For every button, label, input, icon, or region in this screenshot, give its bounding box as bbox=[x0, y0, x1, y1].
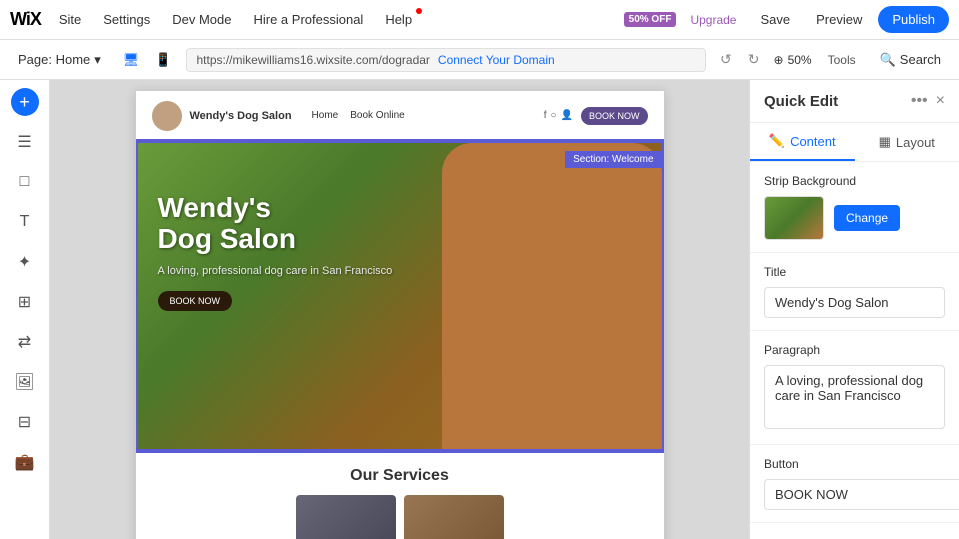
wix-logo: WiX bbox=[10, 9, 41, 30]
site-logo-image bbox=[152, 101, 182, 131]
button-text-input[interactable] bbox=[764, 479, 959, 510]
mobile-icon[interactable]: 📱 bbox=[149, 48, 177, 72]
title-section: Title bbox=[750, 253, 959, 331]
zoom-value: 50% bbox=[788, 53, 812, 67]
panel-close-button[interactable]: × bbox=[936, 92, 945, 110]
section-badge: Section: Welcome bbox=[565, 151, 661, 168]
publish-button[interactable]: Publish bbox=[878, 6, 949, 33]
sidebar-layout-icon[interactable]: ⊟ bbox=[7, 404, 43, 440]
nav-link-home[interactable]: Home bbox=[312, 110, 339, 121]
facebook-icon[interactable]: f bbox=[544, 110, 547, 121]
top-bar: WiX Site Settings Dev Mode Hire a Profes… bbox=[0, 0, 959, 40]
page-selector[interactable]: Page: Home ▾ bbox=[10, 48, 109, 72]
services-grid bbox=[152, 495, 648, 539]
dog-body bbox=[442, 143, 662, 449]
paragraph-label: Paragraph bbox=[764, 343, 945, 357]
service-image-2 bbox=[404, 495, 504, 539]
paragraph-textarea[interactable]: A loving, professional dog care in San F… bbox=[764, 365, 945, 429]
chevron-down-icon: ▾ bbox=[94, 52, 101, 68]
site-logo-text: Wendy's Dog Salon bbox=[190, 110, 292, 122]
hero-subtitle: A loving, professional dog care in San F… bbox=[158, 265, 393, 277]
tools-button[interactable]: Tools bbox=[820, 49, 864, 71]
social-icons: f ○ 👤 bbox=[544, 110, 573, 121]
user-icon[interactable]: 👤 bbox=[561, 110, 573, 121]
panel-title: Quick Edit bbox=[764, 93, 911, 110]
url-text: https://mikewilliams16.wixsite.com/dogra… bbox=[197, 53, 430, 67]
devmode-menu[interactable]: Dev Mode bbox=[164, 8, 239, 31]
strip-background-section: Strip Background Change bbox=[750, 162, 959, 253]
sidebar-tools-icon[interactable]: 💼 bbox=[7, 444, 43, 480]
title-input[interactable] bbox=[764, 287, 945, 318]
strip-bg-label: Strip Background bbox=[764, 174, 945, 188]
panel-options-icon[interactable]: ••• bbox=[911, 92, 928, 110]
site-menu[interactable]: Site bbox=[51, 8, 89, 31]
help-menu[interactable]: Help bbox=[377, 8, 420, 31]
nav-icons: ↺ ↻ bbox=[714, 47, 765, 72]
site-nav-links: Home Book Online bbox=[312, 110, 405, 121]
strip-thumb-image bbox=[765, 197, 823, 239]
site-book-now-button[interactable]: BOOK NOW bbox=[581, 107, 648, 125]
hero-title: Wendy's Dog Salon bbox=[158, 193, 393, 255]
quick-edit-panel: Quick Edit ••• × ✏️ Content ▦ Layout Str… bbox=[749, 80, 959, 539]
sidebar-image-icon[interactable]: 🖼 bbox=[7, 364, 43, 400]
site-logo: Wendy's Dog Salon bbox=[152, 101, 292, 131]
zoom-plus-icon: ⊕ bbox=[774, 53, 784, 67]
panel-tabs: ✏️ Content ▦ Layout bbox=[750, 123, 959, 162]
left-sidebar: + ☰ □ T ✦ ⊞ ⇄ 🖼 ⊟ 💼 bbox=[0, 80, 50, 539]
sidebar-design-icon[interactable]: ✦ bbox=[7, 244, 43, 280]
save-button[interactable]: Save bbox=[750, 8, 800, 31]
redo-icon[interactable]: ↻ bbox=[742, 47, 766, 72]
services-title: Our Services bbox=[152, 467, 648, 485]
instagram-icon[interactable]: ○ bbox=[550, 110, 556, 121]
nav-link-book[interactable]: Book Online bbox=[350, 110, 404, 121]
device-icons: 🖥 📱 bbox=[117, 48, 178, 72]
url-bar: https://mikewilliams16.wixsite.com/dogra… bbox=[186, 48, 707, 72]
strip-bg-row: Change bbox=[764, 196, 945, 240]
strip-thumbnail[interactable] bbox=[764, 196, 824, 240]
button-label: Button bbox=[764, 457, 945, 471]
zoom-control[interactable]: ⊕ 50% bbox=[774, 53, 812, 67]
sidebar-menu-icon[interactable]: ☰ bbox=[7, 124, 43, 160]
canvas: Wendy's Dog Salon Home Book Online f ○ 👤… bbox=[50, 80, 749, 539]
services-section: Our Services bbox=[136, 451, 664, 539]
service-image-1 bbox=[296, 495, 396, 539]
button-section: Button ↗ ⚙ bbox=[750, 445, 959, 523]
hero-section[interactable]: Wendy's Dog Salon A loving, professional… bbox=[136, 141, 664, 451]
discount-badge: 50% OFF bbox=[624, 12, 677, 27]
site-nav-right: f ○ 👤 BOOK NOW bbox=[544, 107, 648, 125]
connect-domain-link[interactable]: Connect Your Domain bbox=[438, 53, 555, 67]
site-navbar: Wendy's Dog Salon Home Book Online f ○ 👤… bbox=[136, 91, 664, 141]
settings-menu[interactable]: Settings bbox=[95, 8, 158, 31]
website-preview: Wendy's Dog Salon Home Book Online f ○ 👤… bbox=[135, 90, 665, 539]
add-element-button[interactable]: + bbox=[11, 88, 39, 116]
panel-header: Quick Edit ••• × bbox=[750, 80, 959, 123]
layout-icon: ▦ bbox=[879, 134, 891, 150]
title-label: Title bbox=[764, 265, 945, 279]
search-icon: 🔍 bbox=[880, 52, 896, 68]
paragraph-section: Paragraph A loving, professional dog car… bbox=[750, 331, 959, 445]
hero-text-overlay: Wendy's Dog Salon A loving, professional… bbox=[158, 193, 393, 311]
desktop-icon[interactable]: 🖥 bbox=[117, 48, 146, 72]
hire-menu[interactable]: Hire a Professional bbox=[245, 8, 371, 31]
tab-content[interactable]: ✏️ Content bbox=[750, 123, 855, 161]
sidebar-apps-icon[interactable]: ⊞ bbox=[7, 284, 43, 320]
sidebar-pages-icon[interactable]: □ bbox=[7, 164, 43, 200]
sidebar-text-icon[interactable]: T bbox=[7, 204, 43, 240]
search-button[interactable]: 🔍 Search bbox=[872, 48, 949, 72]
tab-layout[interactable]: ▦ Layout bbox=[855, 123, 959, 161]
preview-button[interactable]: Preview bbox=[806, 8, 872, 31]
address-bar: Page: Home ▾ 🖥 📱 https://mikewilliams16.… bbox=[0, 40, 959, 80]
undo-icon[interactable]: ↺ bbox=[714, 47, 738, 72]
upgrade-button[interactable]: Upgrade bbox=[682, 9, 744, 31]
hero-book-button[interactable]: BOOK NOW bbox=[158, 291, 233, 311]
main-area: + ☰ □ T ✦ ⊞ ⇄ 🖼 ⊟ 💼 Wendy's Dog Salon Ho… bbox=[0, 80, 959, 539]
sidebar-media-icon[interactable]: ⇄ bbox=[7, 324, 43, 360]
change-background-button[interactable]: Change bbox=[834, 205, 900, 231]
paint-icon: ✏️ bbox=[769, 133, 785, 149]
button-field-row: ↗ ⚙ bbox=[764, 479, 945, 510]
